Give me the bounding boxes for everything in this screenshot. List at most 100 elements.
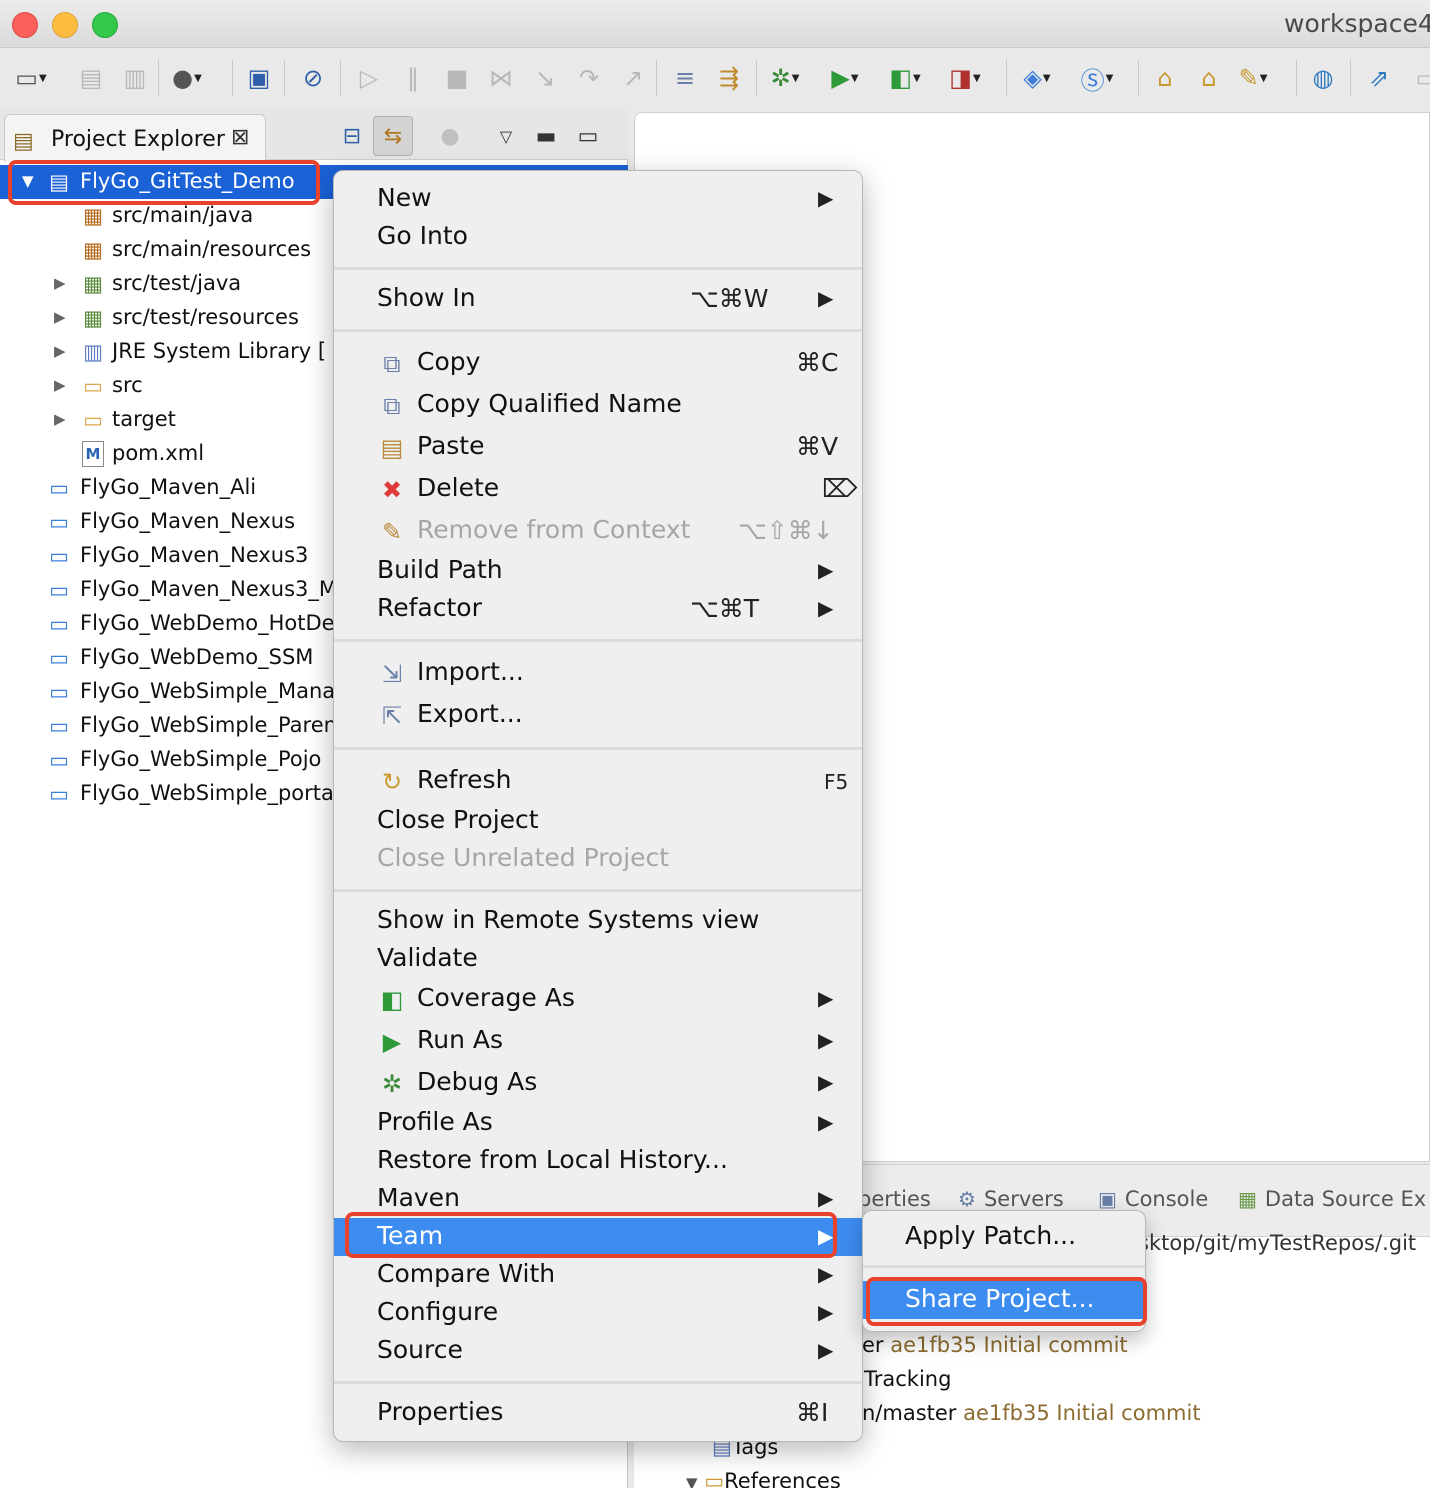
menu-item-new[interactable]: New ▶ bbox=[334, 180, 862, 218]
resume-icon[interactable]: ▷ bbox=[352, 62, 386, 94]
step-over-icon[interactable]: ↷ bbox=[572, 62, 606, 94]
terminal-icon[interactable]: ▣ bbox=[242, 62, 276, 94]
menu-item-copy[interactable]: ⧉ Copy ⌘C bbox=[334, 344, 862, 382]
web-browser-icon[interactable]: ◍ bbox=[1306, 62, 1340, 94]
submenu-arrow-icon: ▶ bbox=[818, 1070, 834, 1094]
tab-data-source-explorer[interactable]: ▦ Data Source Ex bbox=[1238, 1187, 1426, 1211]
expand-arrow-icon[interactable]: ▶ bbox=[54, 274, 66, 292]
menu-item-refactor[interactable]: Refactor ⌥⌘T ▶ bbox=[334, 590, 862, 628]
tree-item-label: src bbox=[112, 373, 143, 397]
folder-icon: ▭ bbox=[83, 374, 103, 398]
step-into-icon[interactable]: ↘ bbox=[528, 62, 562, 94]
terminate-icon[interactable]: ■ bbox=[440, 62, 474, 94]
menu-item-build-path[interactable]: Build Path ▶ bbox=[334, 552, 862, 590]
drop-to-frame-icon[interactable]: ≡ bbox=[668, 62, 702, 94]
menu-item-label: Export... bbox=[417, 699, 523, 728]
repository-path: sktop/git/myTestRepos/.git bbox=[1138, 1231, 1417, 1255]
zoom-window-button[interactable] bbox=[92, 12, 118, 38]
paste-icon: ▤ bbox=[380, 434, 404, 462]
skip-breakpoints-icon[interactable]: ⊘ bbox=[296, 62, 330, 94]
suspend-icon[interactable]: ‖ bbox=[396, 62, 430, 94]
menu-item-restore-local-history[interactable]: Restore from Local History... bbox=[334, 1142, 862, 1180]
close-window-button[interactable] bbox=[12, 12, 38, 38]
debug-icon[interactable]: ✲ ▼ bbox=[768, 62, 802, 94]
menu-item-coverage-as[interactable]: ◧ Coverage As ▶ bbox=[334, 980, 862, 1018]
references-node[interactable]: ▼ ▭References bbox=[686, 1469, 841, 1488]
menu-item-label: Refactor bbox=[377, 593, 482, 622]
menu-item-show-in-remote-systems[interactable]: Show in Remote Systems view bbox=[334, 902, 862, 940]
disconnect-icon[interactable]: ⋈ bbox=[484, 62, 518, 94]
console-icon: ▣ bbox=[1098, 1187, 1117, 1211]
collapse-arrow-icon[interactable]: ▼ bbox=[686, 1474, 698, 1488]
menu-item-paste[interactable]: ▤ Paste ⌘V bbox=[334, 428, 862, 466]
import-icon: ⇲ bbox=[381, 660, 403, 688]
open-type-icon[interactable]: ⌂ bbox=[1148, 62, 1182, 94]
menu-item-label: Import... bbox=[417, 657, 524, 686]
expand-arrow-icon[interactable]: ▶ bbox=[54, 308, 66, 326]
menu-item-close-project[interactable]: Close Project bbox=[334, 802, 862, 840]
project-folder-icon: ▭ bbox=[49, 748, 69, 772]
menu-item-show-in[interactable]: Show In ⌥⌘W ▶ bbox=[334, 280, 862, 318]
save-icon[interactable]: ▤ bbox=[74, 62, 108, 94]
coverage-icon: ◧ bbox=[380, 986, 404, 1014]
new-class-icon[interactable]: Ⓢ ▼ bbox=[1080, 62, 1114, 95]
menu-item-label: Build Path bbox=[377, 555, 503, 584]
menu-item-compare-with[interactable]: Compare With ▶ bbox=[334, 1256, 862, 1294]
annotation-highlight-share-project bbox=[866, 1277, 1147, 1326]
menu-item-import[interactable]: ⇲ Import... bbox=[334, 654, 862, 692]
menu-item-delete[interactable]: ✖ Delete ⌦ bbox=[334, 470, 862, 508]
expand-arrow-icon[interactable]: ▶ bbox=[54, 410, 66, 428]
tab-servers[interactable]: ⚙ Servers bbox=[958, 1187, 1064, 1211]
branch-line-origin-master[interactable]: n/master ae1fb35 Initial commit bbox=[862, 1401, 1201, 1425]
new-java-project-icon[interactable]: ◈ ▼ bbox=[1020, 62, 1054, 94]
menu-item-debug-as[interactable]: ✲ Debug As ▶ bbox=[334, 1064, 862, 1102]
menu-item-validate[interactable]: Validate bbox=[334, 940, 862, 978]
menu-item-export[interactable]: ⇱ Export... bbox=[334, 696, 862, 734]
view-menu-icon[interactable]: ▽ bbox=[486, 116, 526, 156]
menu-item-label: Properties bbox=[377, 1397, 504, 1426]
menu-item-close-unrelated-project[interactable]: Close Unrelated Project bbox=[334, 840, 862, 878]
external-tools-icon[interactable]: ◨ ▼ bbox=[948, 62, 982, 94]
menu-item-go-into[interactable]: Go Into bbox=[334, 218, 862, 256]
expand-arrow-icon[interactable]: ▶ bbox=[54, 376, 66, 394]
menu-shortcut: F5 bbox=[824, 770, 849, 794]
perspective-icon[interactable]: ⇗ bbox=[1362, 62, 1396, 94]
branch-label: er bbox=[862, 1333, 891, 1357]
menu-item-properties[interactable]: Properties ⌘I bbox=[334, 1394, 862, 1432]
tab-console[interactable]: ▣ Console bbox=[1098, 1187, 1208, 1211]
tab-project-explorer[interactable]: ▤ Project Explorer ⊠ bbox=[4, 114, 266, 162]
link-with-editor-icon[interactable]: ⇆ bbox=[373, 116, 413, 156]
search-icon[interactable]: ✎ ▼ bbox=[1236, 62, 1270, 94]
save-all-icon[interactable]: ▥ bbox=[118, 62, 152, 94]
branch-line-master[interactable]: er ae1fb35 Initial commit bbox=[862, 1333, 1128, 1357]
menu-item-apply-patch[interactable]: Apply Patch... bbox=[863, 1218, 1145, 1256]
menu-shortcut: ⌘V bbox=[796, 432, 839, 461]
menu-item-configure[interactable]: Configure ▶ bbox=[334, 1294, 862, 1332]
menu-item-remove-from-context[interactable]: ✎ Remove from Context ⌥⇧⌘↓ bbox=[334, 512, 862, 550]
close-icon[interactable]: ⊠ bbox=[231, 125, 249, 150]
menu-item-profile-as[interactable]: Profile As ▶ bbox=[334, 1104, 862, 1142]
menu-item-run-as[interactable]: ▶ Run As ▶ bbox=[334, 1022, 862, 1060]
tab-properties[interactable]: perties bbox=[858, 1187, 931, 1211]
step-return-icon[interactable]: ↗ bbox=[616, 62, 650, 94]
tree-item-label: FlyGo_WebSimple_Paren bbox=[80, 713, 337, 737]
menu-item-copy-qualified-name[interactable]: ⧉ Copy Qualified Name bbox=[334, 386, 862, 424]
new-wizard-icon[interactable]: ▭ ▼ bbox=[14, 62, 48, 94]
minimize-window-button[interactable] bbox=[52, 12, 78, 38]
expand-arrow-icon[interactable]: ▶ bbox=[54, 342, 66, 360]
menu-separator bbox=[334, 1381, 862, 1384]
remote-tracking-node[interactable]: Tracking bbox=[864, 1367, 951, 1391]
minimize-icon[interactable]: ▬ bbox=[526, 116, 566, 156]
filters-icon[interactable]: ● bbox=[430, 116, 470, 156]
coverage-icon[interactable]: ◧ ▼ bbox=[888, 62, 922, 94]
overflow-icon[interactable]: ▭ bbox=[1410, 62, 1430, 94]
use-step-filters-icon[interactable]: ⇶ bbox=[712, 62, 746, 94]
menu-item-source[interactable]: Source ▶ bbox=[334, 1332, 862, 1370]
user-icon[interactable]: ● ▼ bbox=[170, 62, 204, 94]
run-icon[interactable]: ▶ ▼ bbox=[828, 62, 862, 94]
menu-item-refresh[interactable]: ↻ Refresh F5 bbox=[334, 762, 862, 800]
open-task-icon[interactable]: ⌂ bbox=[1192, 62, 1226, 94]
menu-shortcut: ⌦ bbox=[822, 474, 858, 503]
collapse-all-icon[interactable]: ⊟ bbox=[332, 116, 372, 156]
maximize-icon[interactable]: ▭ bbox=[568, 116, 608, 156]
